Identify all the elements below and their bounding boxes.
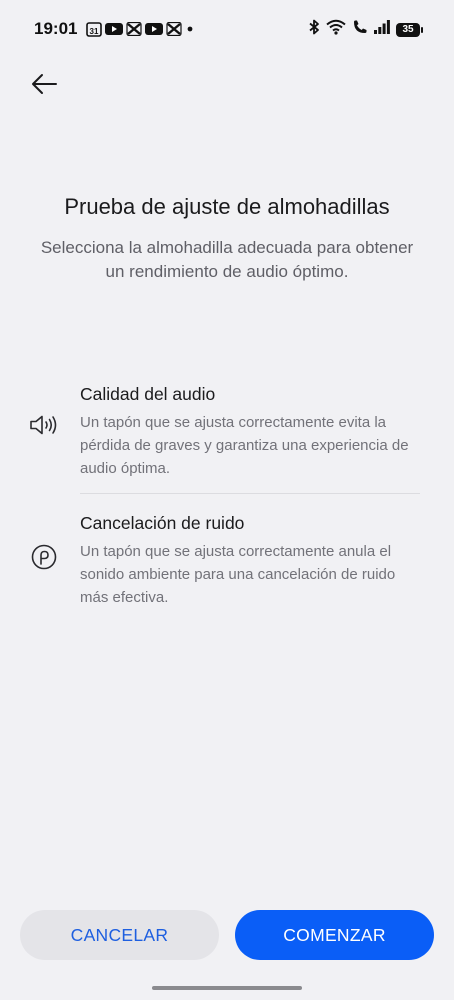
feature-title: Cancelación de ruido [80,513,245,533]
back-button[interactable] [22,66,66,106]
home-indicator[interactable] [152,986,302,990]
divider [80,493,420,494]
youtube-icon [145,22,163,36]
status-time: 19:01 [34,19,78,38]
wifi-call-icon [352,19,368,40]
signal-icon [374,20,390,39]
dot-icon [185,22,195,36]
capcut-icon [166,22,182,36]
speaker-icon [28,409,60,441]
calendar-badge: 31 [90,27,99,36]
system-icons: 35 [308,19,423,40]
page-subtitle: Selecciona la almohadilla adecuada para … [40,238,414,281]
feature-description: Un tapón que se ajusta correctamente evi… [80,414,409,477]
capcut-icon [126,22,142,36]
bluetooth-icon [308,19,320,40]
cancel-button[interactable]: CANCELAR [20,910,219,960]
wifi-icon [326,19,346,40]
notification-icons: 31 [86,21,195,37]
arrow-left-icon [30,72,58,101]
start-button[interactable]: COMENZAR [235,910,434,960]
status-bar: 19:01 31 35 [0,0,454,56]
feature-description: Un tapón que se ajusta correctamente anu… [80,543,396,606]
page-title: Prueba de ajuste de almohadillas [64,194,390,219]
calendar-icon: 31 [86,21,102,37]
feature-title: Calidad del audio [80,384,216,404]
battery-icon: 35 [396,22,423,37]
youtube-icon [105,22,123,36]
earbud-icon [28,541,60,573]
